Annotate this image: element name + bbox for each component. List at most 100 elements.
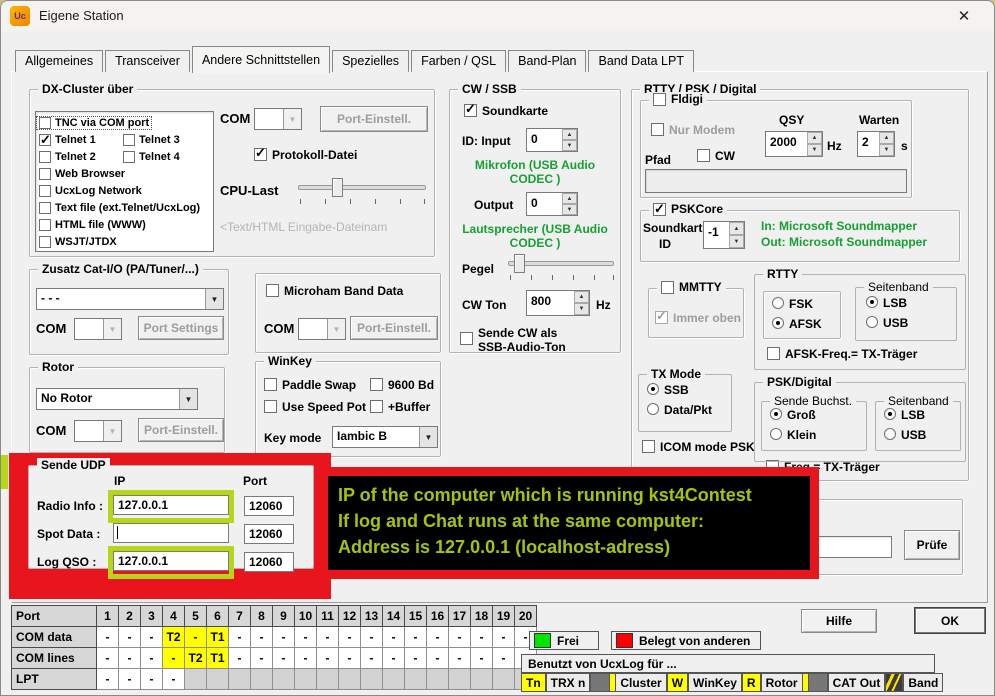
tab-andere-schnittstellen[interactable]: Andere Schnittstellen	[192, 46, 330, 73]
rtty-lsb-option[interactable]: LSB	[866, 296, 907, 310]
pskcore-option[interactable]: PSKCore	[649, 202, 727, 216]
dx-option[interactable]: UcxLog Network	[37, 185, 144, 197]
hilfe-button[interactable]: Hilfe	[801, 609, 877, 633]
zusatz-com-combo[interactable]: ▼	[74, 318, 122, 340]
klein-radio[interactable]	[770, 428, 782, 440]
fldigi-cw-checkbox[interactable]	[697, 149, 710, 162]
use-speed-pot-option[interactable]: Use Speed Pot	[264, 400, 366, 414]
dx-cluster-list[interactable]: TNC via COM portTelnet 1Telnet 3Telnet 2…	[35, 111, 214, 252]
qsy-spin-buttons[interactable]: ▲▼	[807, 132, 822, 156]
dx-option[interactable]: TNC via COM port	[37, 117, 151, 129]
dx-option-checkbox[interactable]	[39, 202, 51, 214]
rotor-com-dropdown-icon[interactable]: ▼	[103, 421, 121, 441]
psk-lsb-radio[interactable]	[884, 408, 896, 420]
udp-port-field[interactable]: 12060	[244, 524, 294, 544]
spin-down-icon[interactable]: ▼	[879, 144, 894, 156]
warten-spin-buttons[interactable]: ▲▼	[879, 132, 894, 156]
soundkarte-checkbox[interactable]	[464, 104, 477, 117]
spin-down-icon[interactable]: ▼	[562, 140, 577, 151]
nur-modem-checkbox[interactable]	[651, 123, 664, 136]
spin-down-icon[interactable]: ▼	[807, 144, 822, 156]
spin-down-icon[interactable]: ▼	[562, 204, 577, 215]
spin-down-icon[interactable]: ▼	[574, 303, 589, 315]
afsk-radio[interactable]	[772, 317, 784, 329]
udp-ip-field[interactable]	[113, 523, 229, 543]
dx-option-checkbox[interactable]	[123, 134, 135, 146]
rtty-lsb-radio[interactable]	[866, 296, 878, 308]
dx-option-checkbox[interactable]	[39, 151, 51, 163]
rotor-combo[interactable]: No Rotor ▼	[36, 388, 198, 410]
immer-oben-option[interactable]: Immer oben	[655, 311, 741, 325]
dx-com-dropdown-icon[interactable]: ▼	[283, 109, 301, 129]
fldigi-checkbox[interactable]	[653, 93, 666, 106]
dx-option-checkbox[interactable]	[123, 151, 135, 163]
udp-ip-field[interactable]: 127.0.0.1	[113, 495, 229, 515]
tx-data-pkt-radio[interactable]	[647, 403, 659, 415]
spin-up-icon[interactable]: ▲	[562, 129, 577, 140]
udp-port-field[interactable]: 12060	[244, 496, 294, 516]
tx-ssb-radio[interactable]	[647, 383, 659, 395]
pfad-field[interactable]	[645, 169, 907, 193]
mmtty-checkbox[interactable]	[661, 281, 674, 294]
output-id-spin-buttons[interactable]: ▲▼	[562, 193, 577, 215]
afsk-freq-checkbox[interactable]	[767, 347, 780, 360]
pskcore-spin-buttons[interactable]: ▲▼	[729, 222, 744, 248]
ok-button[interactable]: OK	[914, 607, 986, 634]
udp-port-field[interactable]: 12060	[244, 552, 294, 572]
tx-data-pkt-option[interactable]: Data/Pkt	[647, 403, 712, 417]
afsk-option[interactable]: AFSK	[772, 317, 822, 331]
soundkarte-option[interactable]: Soundkarte	[464, 104, 548, 118]
pegel-slider-thumb[interactable]	[514, 254, 525, 273]
dx-option[interactable]: Web Browser	[37, 168, 127, 180]
tx-ssb-option[interactable]: SSB	[647, 383, 689, 397]
spin-up-icon[interactable]: ▲	[879, 132, 894, 144]
cw-ton-spinner[interactable]: 800 ▲▼	[526, 290, 590, 316]
qsy-spinner[interactable]: 2000 ▲▼	[765, 131, 823, 157]
dx-option-checkbox[interactable]	[39, 134, 51, 146]
tab-farben-qsl[interactable]: Farben / QSL	[411, 50, 506, 72]
zusatz-port-settings-button[interactable]: Port Settings	[138, 316, 224, 340]
tab-band-plan[interactable]: Band-Plan	[508, 50, 586, 72]
key-mode-combo[interactable]: Iambic B ▼	[332, 426, 438, 448]
rotor-port-einstell-button[interactable]: Port-Einstell.	[138, 418, 224, 442]
dx-option-checkbox[interactable]	[39, 185, 51, 197]
fsk-option[interactable]: FSK	[772, 297, 813, 311]
spin-up-icon[interactable]: ▲	[729, 222, 744, 235]
dx-option[interactable]: Telnet 2	[37, 151, 121, 163]
input-id-spinner[interactable]: 0 ▲▼	[526, 128, 578, 152]
buffer-checkbox[interactable]	[370, 400, 383, 413]
protokoll-datei-option[interactable]: Protokoll-Datei	[254, 148, 357, 162]
spin-up-icon[interactable]: ▲	[562, 193, 577, 204]
cpu-last-slider[interactable]	[298, 178, 426, 204]
udp-ip-field[interactable]: 127.0.0.1	[113, 551, 229, 571]
mmtty-option[interactable]: MMTTY	[657, 280, 726, 294]
fldigi-cw-option[interactable]: CW	[697, 149, 735, 163]
gross-option[interactable]: Groß	[770, 408, 816, 422]
dx-option-checkbox[interactable]	[39, 168, 51, 180]
key-mode-dropdown-icon[interactable]: ▼	[419, 427, 437, 447]
sende-cw-checkbox[interactable]	[460, 332, 473, 345]
psk-usb-option[interactable]: USB	[884, 428, 926, 442]
protokoll-datei-checkbox[interactable]	[254, 148, 267, 161]
9600bd-option[interactable]: 9600 Bd	[370, 378, 434, 392]
microham-com-dropdown-icon[interactable]: ▼	[327, 319, 345, 339]
fsk-radio[interactable]	[772, 297, 784, 309]
sende-cw-option[interactable]: Sende CW alsSSB-Audio-Ton	[460, 326, 566, 354]
buffer-option[interactable]: +Buffer	[370, 400, 430, 414]
output-id-spinner[interactable]: 0 ▲▼	[526, 192, 578, 216]
psk-lsb-option[interactable]: LSB	[884, 408, 925, 422]
rtty-usb-option[interactable]: USB	[866, 316, 908, 330]
spin-up-icon[interactable]: ▲	[807, 132, 822, 144]
close-button[interactable]: ✕	[942, 1, 986, 31]
dx-option[interactable]: Text file (ext.Telnet/UcxLog)	[37, 202, 202, 214]
rtty-usb-radio[interactable]	[866, 316, 878, 328]
pruefe-button[interactable]: Prüfe	[904, 530, 960, 560]
microham-port-einstell-button[interactable]: Port-Einstell.	[350, 316, 438, 340]
rotor-dropdown-icon[interactable]: ▼	[179, 389, 197, 409]
pskcore-checkbox[interactable]	[653, 203, 666, 216]
9600bd-checkbox[interactable]	[370, 378, 383, 391]
klein-option[interactable]: Klein	[770, 428, 816, 442]
cw-ton-spin-buttons[interactable]: ▲▼	[574, 291, 589, 315]
dx-option[interactable]: WSJT/JTDX	[37, 236, 119, 248]
tab-spezielles[interactable]: Spezielles	[332, 50, 409, 72]
